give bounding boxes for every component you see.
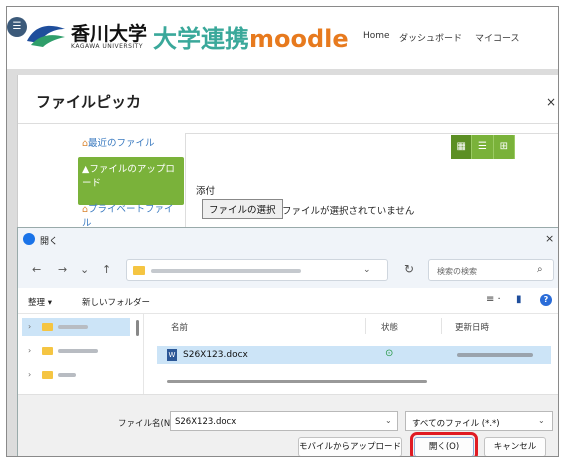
folder-icon [133,266,145,275]
chevron-down-icon[interactable]: ⌄ [363,265,371,275]
dialog-titlebar: 開く × [18,228,558,252]
view-switcher: ▦ ☰ ⊞ [451,135,515,159]
screenshot-frame: ☰ 香川大学 KAGAWA UNIVERSITY 大学連携moodle Home… [6,6,559,457]
sidebar-item-label: 最近のファイル [88,138,155,149]
up-arrow-icon[interactable]: ↑ [102,263,111,276]
column-divider[interactable] [365,318,366,334]
word-document-icon: W [167,349,177,361]
address-bar[interactable]: ⌄ [126,259,388,281]
site-header: ☰ 香川大学 KAGAWA UNIVERSITY 大学連携moodle Home… [7,7,558,69]
organize-menu[interactable]: 整理 ▾ [28,296,52,308]
column-divider[interactable] [441,318,442,334]
open-button-highlight [410,432,478,456]
search-input[interactable]: 検索の検索 ⌕ [428,259,554,281]
attachment-label: 添付 [196,186,216,197]
new-folder-button[interactable]: 新しいフォルダー [82,296,150,308]
folder-icon [42,371,53,379]
column-header-status[interactable]: 状態 [381,321,398,333]
tree-item-moodle[interactable]: › [22,318,130,336]
refresh-icon[interactable]: ↻ [404,262,414,276]
university-subtitle: KAGAWA UNIVERSITY [71,43,143,50]
column-header-name[interactable]: 名前 [171,321,188,333]
address-path [151,269,301,273]
chevron-right-icon[interactable]: › [28,322,31,331]
recent-locations-icon[interactable]: ⌄ [80,263,89,276]
forward-arrow-icon[interactable]: → [58,263,67,276]
file-name: S26X123.docx [183,350,248,360]
file-row[interactable]: W S26X123.docx ⊙ [157,346,551,364]
nav-home[interactable]: Home [363,31,390,41]
upload-from-mobile-button[interactable]: モバイルからアップロード [298,437,402,456]
dialog-toolbar: 整理 ▾ 新しいフォルダー ≡ · ▮ ? [18,288,558,314]
choose-file-button[interactable]: ファイルの選択 [202,199,283,219]
dialog-close-button[interactable]: × [545,232,554,245]
no-file-selected-text: ファイルが選択されていません [282,206,415,217]
site-brand[interactable]: 大学連携moodle [153,19,349,54]
tree-item-label [58,349,98,353]
filename-value: S26X123.docx [175,417,237,427]
address-row: ← → ⌄ ↑ ⌄ ↻ 検索の検索 ⌕ [18,252,558,288]
sync-ok-icon: ⊙ [385,348,394,359]
menu-icon[interactable]: ☰ [7,17,27,37]
sidebar-item-upload-label[interactable]: ▲ファイルのアップロード [82,163,180,191]
filename-label: ファイル名(N): [118,419,177,429]
file-picker-close-button[interactable]: × [546,95,556,109]
search-placeholder: 検索の検索 [437,267,477,276]
file-list: 名前 状態 更新日時 W S26X123.docx ⊙ [145,314,558,394]
back-arrow-icon[interactable]: ← [32,263,41,276]
help-icon[interactable]: ? [540,294,552,306]
tree-item-label [58,325,88,329]
tree-view-icon[interactable]: ⊞ [494,135,515,159]
file-picker-title: ファイルピッカ [36,93,142,111]
list-view-icon[interactable]: ☰ [472,135,494,159]
preview-pane-icon[interactable]: ▮ [516,294,522,305]
brand-prefix: 大学連携 [153,25,249,53]
view-options-icon[interactable]: ≡ · [486,294,501,305]
folder-icon [42,347,53,355]
university-logo-icon [27,25,65,47]
column-header-modified[interactable]: 更新日時 [455,321,489,333]
nav-my-courses[interactable]: マイコース [475,31,520,44]
university-name: 香川大学 [71,23,148,45]
chevron-right-icon[interactable]: › [28,370,31,379]
chevron-down-icon[interactable]: ⌄ [385,416,392,425]
nav-dashboard[interactable]: ダッシュボード [399,31,462,44]
search-icon: ⌕ [537,264,543,275]
chevron-down-icon: ⌄ [538,416,545,425]
browser-icon [23,233,35,245]
folder-icon [42,323,53,331]
tree-item-apps[interactable]: › [22,366,130,384]
cancel-button[interactable]: キャンセル [484,437,546,456]
file-modified-date [457,353,533,357]
filename-field[interactable]: S26X123.docx ⌄ [170,411,398,431]
sidebar-item-recent[interactable]: ⌂最近のファイル [82,137,155,151]
sidebar-item-label: ファイルのアップロード [82,164,175,189]
chevron-right-icon[interactable]: › [28,346,31,355]
file-type-value: すべてのファイル (*.*) [412,419,500,429]
tree-item-label [58,373,76,377]
brand-moodle: moodle [249,25,349,53]
scrollbar[interactable] [167,380,427,383]
open-file-dialog: 開く × ← → ⌄ ↑ ⌄ ↻ 検索の検索 ⌕ 整理 ▾ 新しいフォルダー ≡… [17,227,558,456]
scrollbar[interactable] [136,320,139,336]
navigation-pane: › › › [18,314,144,394]
dialog-footer: ファイル名(N): S26X123.docx ⌄ すべてのファイル (*.*) … [18,394,558,456]
divider [18,123,558,124]
file-picker-modal: ファイルピッカ × ⌂最近のファイル ▲ファイルのアップロード ⌂プライベートフ… [17,75,558,235]
file-type-select[interactable]: すべてのファイル (*.*) ⌄ [405,411,553,431]
tree-item-wordpress[interactable]: › [22,342,130,360]
sidebar-item-label: プライベートファイル [82,204,174,229]
dialog-title: 開く [40,237,59,247]
icon-view-icon[interactable]: ▦ [451,135,473,159]
